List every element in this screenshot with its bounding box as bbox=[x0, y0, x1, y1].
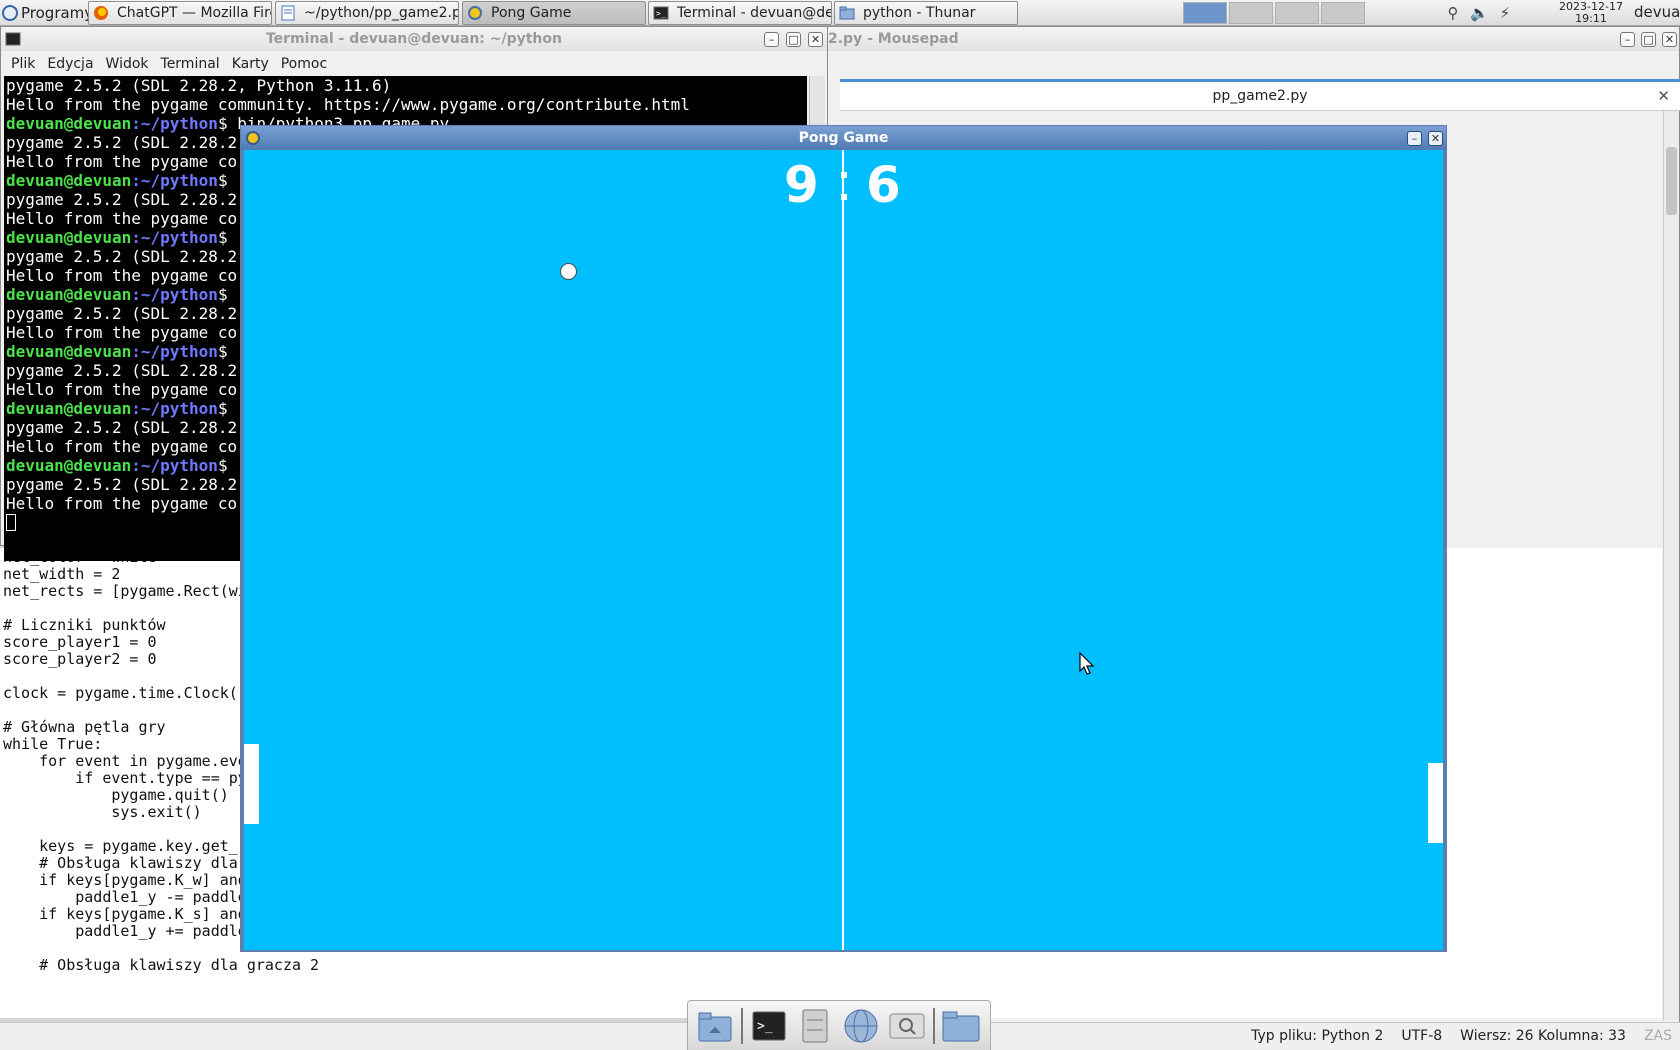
terminal-line: Hello from the pygame community. https:/… bbox=[6, 95, 690, 114]
workspace-4[interactable] bbox=[1321, 2, 1365, 24]
app-finder-icon[interactable] bbox=[887, 1006, 927, 1046]
taskbar-item-firefox[interactable]: ChatGPT — Mozilla Firef... bbox=[88, 1, 272, 25]
maximize-button[interactable]: □ bbox=[786, 32, 801, 47]
pong-titlebar[interactable]: Pong Game – ✕ bbox=[241, 126, 1446, 150]
editor-tab-label: pp_game2.py bbox=[1212, 88, 1308, 104]
mousepad-title: 2.py - Mousepad bbox=[828, 31, 959, 47]
taskbar-item-terminal[interactable]: >_ Terminal - devuan@dev... bbox=[648, 1, 832, 25]
dock: >_ bbox=[687, 1000, 991, 1050]
status-mode: ZAS bbox=[1643, 1028, 1672, 1044]
clock-time: 19:11 bbox=[1575, 12, 1607, 25]
folder-icon bbox=[839, 5, 855, 21]
taskbar-item-label: python - Thunar bbox=[863, 5, 976, 21]
close-button[interactable]: ✕ bbox=[1662, 32, 1677, 47]
terminal-cursor bbox=[6, 514, 16, 531]
score-player1: 9 bbox=[784, 156, 819, 214]
status-encoding[interactable]: UTF-8 bbox=[1401, 1028, 1442, 1044]
menu-karty[interactable]: Karty bbox=[226, 56, 275, 72]
paddle-player2 bbox=[1428, 763, 1443, 843]
taskbar-item-thunar[interactable]: python - Thunar bbox=[834, 1, 1018, 25]
user-menu[interactable]: devuan bbox=[1634, 0, 1680, 26]
paddle-player1 bbox=[244, 744, 259, 824]
ball bbox=[560, 263, 577, 280]
taskbar-item-label: ChatGPT — Mozilla Firef... bbox=[117, 5, 271, 21]
taskbar-item-label: Pong Game bbox=[491, 5, 572, 21]
minimize-button[interactable]: – bbox=[1620, 32, 1635, 47]
score-separator bbox=[841, 172, 847, 204]
close-button[interactable]: ✕ bbox=[1428, 131, 1443, 146]
terminal-title: Terminal - devuan@devuan: ~/python bbox=[265, 31, 562, 47]
workspace-2[interactable] bbox=[1229, 2, 1273, 24]
text-editor-icon bbox=[280, 5, 296, 21]
menu-plik[interactable]: Plik bbox=[5, 56, 41, 72]
editor-tab[interactable]: pp_game2.py ✕ bbox=[840, 79, 1680, 111]
web-browser-icon[interactable] bbox=[841, 1006, 881, 1046]
score-player2: 6 bbox=[866, 156, 901, 214]
status-position: Wiersz: 26 Kolumna: 33 bbox=[1460, 1028, 1626, 1044]
code-line: # Obsługa klawiszy dla gracza 2 bbox=[3, 956, 320, 974]
top-panel: Programy ChatGPT — Mozilla Firef... ~/py… bbox=[0, 0, 1680, 26]
dock-separator bbox=[741, 1007, 743, 1044]
pong-title: Pong Game bbox=[798, 130, 889, 146]
minimize-button[interactable]: – bbox=[764, 32, 779, 47]
search-icon[interactable]: ⚲ bbox=[1444, 4, 1462, 22]
menu-terminal[interactable]: Terminal bbox=[155, 56, 226, 72]
terminal-icon[interactable]: >_ bbox=[749, 1006, 789, 1046]
workspace-1[interactable] bbox=[1183, 2, 1227, 24]
dock-separator bbox=[933, 1007, 935, 1044]
editor-scrollbar[interactable] bbox=[1663, 111, 1679, 1021]
taskbar-item-label: ~/python/pp_game2.py ... bbox=[304, 5, 459, 21]
applications-menu-label: Programy bbox=[21, 4, 94, 22]
terminal-line: pygame 2.5.2 (SDL 2.28.2, Python 3.11.6) bbox=[6, 76, 392, 95]
terminal-titlebar[interactable]: Terminal - devuan@devuan: ~/python – □ ✕ bbox=[1, 27, 827, 51]
mousepad-titlebar[interactable]: 2.py - Mousepad – □ ✕ bbox=[828, 27, 1679, 51]
home-folder-icon[interactable] bbox=[695, 1006, 735, 1046]
mouse-cursor-icon bbox=[1079, 652, 1095, 675]
menu-edycja[interactable]: Edycja bbox=[41, 56, 99, 72]
minimize-button[interactable]: – bbox=[1407, 131, 1422, 146]
game-field[interactable]: 9 6 bbox=[244, 150, 1443, 950]
maximize-button[interactable]: □ bbox=[1641, 32, 1656, 47]
folder-icon[interactable] bbox=[941, 1006, 981, 1046]
devuan-logo-icon bbox=[2, 5, 18, 21]
taskbar-item-pong[interactable]: Pong Game bbox=[462, 1, 646, 25]
battery-icon[interactable]: ⚡ bbox=[1496, 4, 1514, 22]
terminal-icon: >_ bbox=[653, 5, 669, 21]
center-net bbox=[842, 150, 844, 950]
file-manager-icon[interactable] bbox=[795, 1006, 835, 1046]
tab-close-icon[interactable]: ✕ bbox=[1657, 87, 1670, 105]
scrollbar-thumb[interactable] bbox=[1666, 147, 1677, 215]
workspace-3[interactable] bbox=[1275, 2, 1319, 24]
menu-widok[interactable]: Widok bbox=[100, 56, 155, 72]
status-filetype[interactable]: Typ pliku: Python 2 bbox=[1251, 1028, 1383, 1044]
taskbar-item-mousepad[interactable]: ~/python/pp_game2.py ... bbox=[275, 1, 459, 25]
svg-text:>_: >_ bbox=[757, 1019, 773, 1034]
firefox-icon bbox=[93, 5, 109, 21]
clock[interactable]: 2023-12-17 19:11 bbox=[1548, 0, 1634, 26]
taskbar-item-label: Terminal - devuan@dev... bbox=[677, 5, 832, 21]
close-button[interactable]: ✕ bbox=[808, 32, 823, 47]
volume-icon[interactable]: 🔈 bbox=[1470, 4, 1489, 22]
svg-text:>_: >_ bbox=[656, 9, 666, 18]
menu-pomoc[interactable]: Pomoc bbox=[275, 56, 333, 72]
pong-window: Pong Game – ✕ 9 6 bbox=[240, 125, 1447, 952]
pygame-icon bbox=[467, 5, 483, 21]
applications-menu[interactable]: Programy bbox=[0, 0, 97, 26]
terminal-menubar: Plik Edycja Widok Terminal Karty Pomoc bbox=[1, 51, 827, 77]
